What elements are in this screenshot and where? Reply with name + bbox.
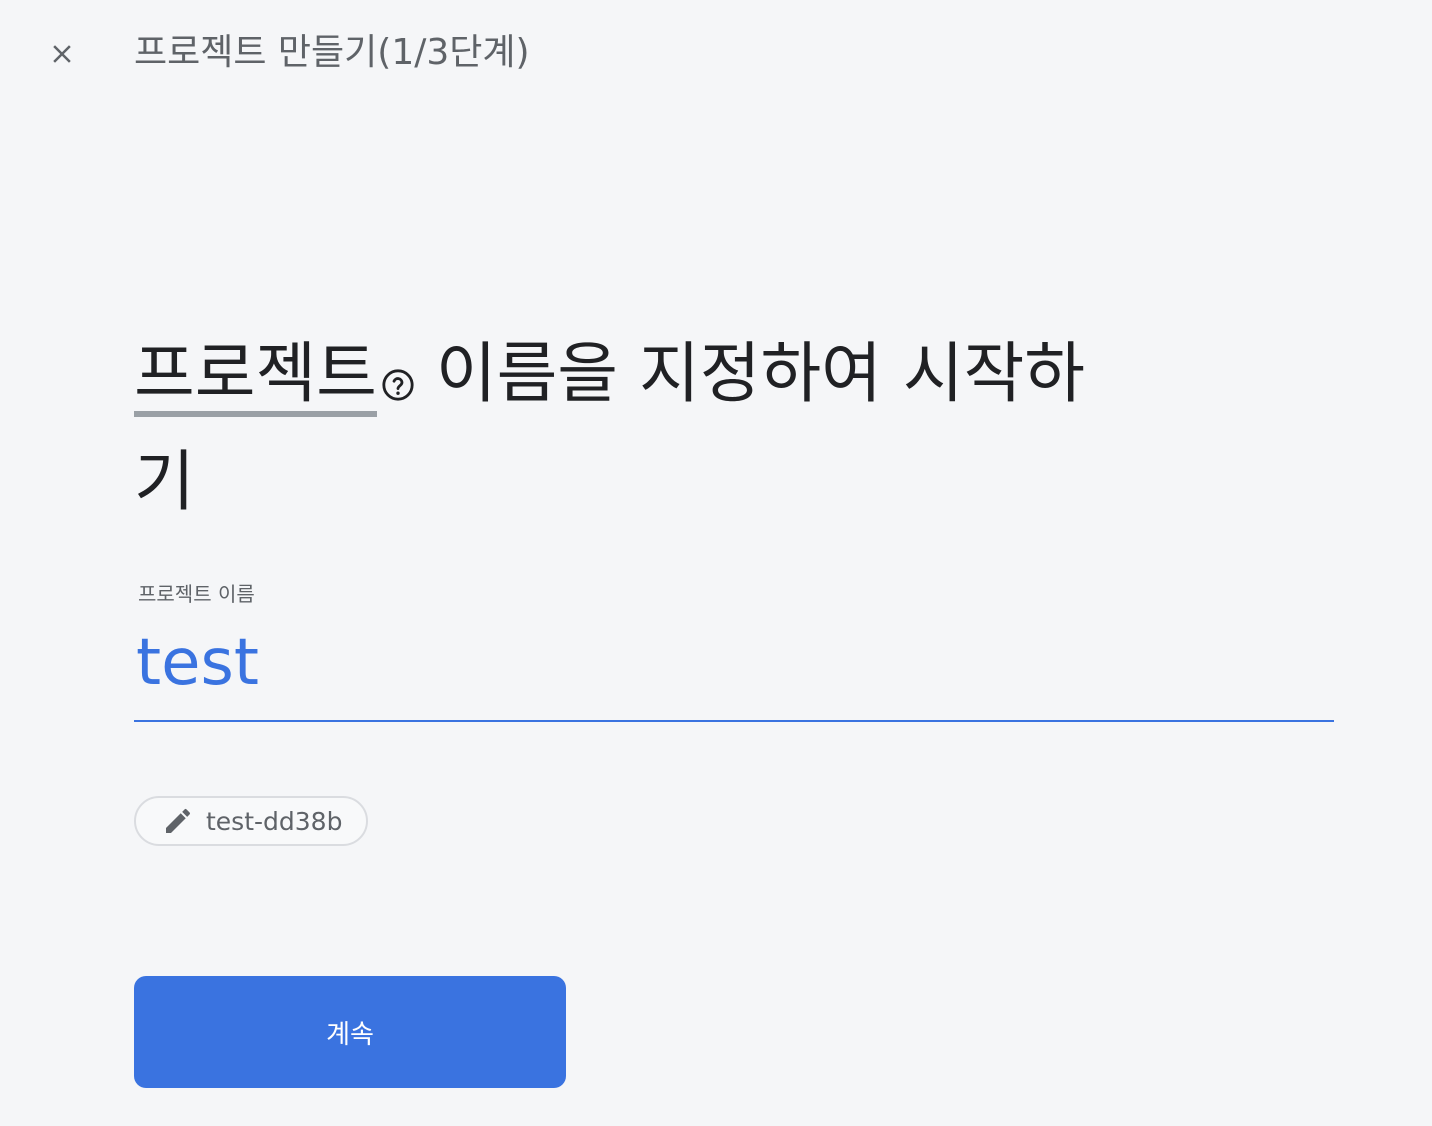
project-term-link[interactable]: 프로젝트	[134, 337, 377, 417]
project-id-chip[interactable]: test-dd38b	[134, 796, 369, 846]
help-button[interactable]	[381, 326, 415, 401]
main-heading: 프로젝트 이름을 지정하여 시작하기	[134, 320, 1094, 536]
close-button[interactable]	[36, 28, 88, 80]
help-circle-icon	[382, 369, 414, 401]
pencil-icon	[166, 808, 191, 833]
top-bar: 프로젝트 만들기(1/3단계)	[0, 0, 1432, 110]
project-id-label: test-dd38b	[206, 806, 343, 836]
project-name-input[interactable]	[134, 610, 1334, 722]
project-name-field: 프로젝트 이름	[134, 578, 1334, 722]
project-name-label: 프로젝트 이름	[138, 582, 255, 606]
page-title: 프로젝트 만들기(1/3단계)	[134, 32, 530, 73]
continue-button[interactable]: 계속	[134, 976, 566, 1088]
close-icon	[53, 45, 71, 63]
